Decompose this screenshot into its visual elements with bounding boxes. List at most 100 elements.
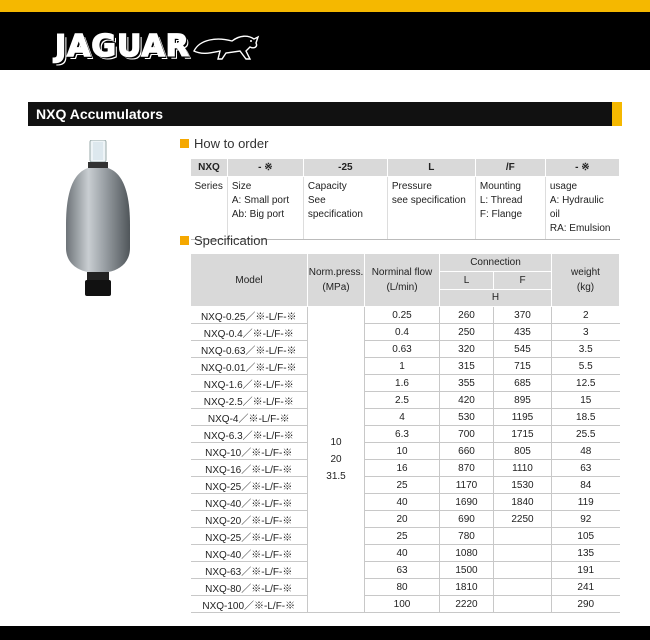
length-L-cell: 260 [439, 306, 494, 324]
page-title-bar: NXQ Accumulators [28, 102, 622, 126]
table-row: NXQ-80／※-L/F-※ 80 1810 241 [190, 578, 620, 596]
model-cell: NXQ-40／※-L/F-※ [190, 493, 308, 511]
table-row: NXQ-1.6／※-L/F-※ 1.6 355 685 12.5 [190, 374, 620, 392]
weight-cell: 12.5 [551, 374, 620, 392]
pressure-value: 31.5 [326, 471, 346, 482]
length-L-cell: 1690 [439, 493, 494, 511]
model-cell: NXQ-16／※-L/F-※ [190, 459, 308, 477]
length-L-cell: 530 [439, 408, 494, 426]
order-detail-row: Series Size A: Small port Ab: Big port Cap… [190, 176, 620, 240]
flow-cell: 1 [364, 357, 440, 375]
how-to-order-heading: How to order [180, 136, 268, 151]
length-F-cell: 545 [493, 340, 552, 358]
model-cell: NXQ-0.4／※-L/F-※ [190, 323, 308, 341]
weight-cell: 92 [551, 510, 620, 528]
brand-logo[interactable]: JAGUAR [54, 26, 262, 66]
length-F-cell: 1110 [493, 459, 552, 477]
length-L-cell: 2220 [439, 595, 494, 613]
flow-cell: 0.4 [364, 323, 440, 341]
length-L-cell: 315 [439, 357, 494, 375]
table-row: NXQ-63／※-L/F-※ 63 1500 191 [190, 561, 620, 579]
order-cell: Series [190, 176, 228, 240]
col-connection-header: Connection [439, 252, 552, 273]
length-F-cell: 1840 [493, 493, 552, 511]
col-L-header: L [439, 271, 494, 290]
model-cell: NXQ-100／※-L/F-※ [190, 595, 308, 613]
flow-cell: 0.25 [364, 306, 440, 324]
flow-cell: 40 [364, 493, 440, 511]
col-flow-header: Norminal flow (L/min) [364, 253, 440, 307]
col-F-header: F [493, 271, 552, 290]
model-cell: NXQ-25／※-L/F-※ [190, 527, 308, 545]
weight-cell: 63 [551, 459, 620, 477]
length-L-cell: 690 [439, 510, 494, 528]
model-cell: NXQ-20／※-L/F-※ [190, 510, 308, 528]
flow-cell: 63 [364, 561, 440, 579]
model-cell: NXQ-4／※-L/F-※ [190, 408, 308, 426]
model-cell: NXQ-25／※-L/F-※ [190, 476, 308, 494]
weight-cell: 191 [551, 561, 620, 579]
model-cell: NXQ-63／※-L/F-※ [190, 561, 308, 579]
page-title: NXQ Accumulators [36, 106, 164, 122]
table-row: NXQ-6.3／※-L/F-※ 6.3 700 1715 25.5 [190, 425, 620, 443]
flow-cell: 25 [364, 527, 440, 545]
length-F-cell [493, 527, 552, 545]
flow-cell: 4 [364, 408, 440, 426]
table-row: NXQ-40／※-L/F-※ 40 1080 135 [190, 544, 620, 562]
order-header: /F [474, 158, 546, 177]
bullet-square-icon [180, 139, 189, 148]
weight-cell: 105 [551, 527, 620, 545]
weight-cell: 5.5 [551, 357, 620, 375]
length-L-cell: 1500 [439, 561, 494, 579]
col-H-header: H [439, 288, 552, 308]
weight-cell: 18.5 [551, 408, 620, 426]
table-row: NXQ-100／※-L/F-※ 100 2220 290 [190, 595, 620, 613]
length-L-cell: 1170 [439, 476, 494, 494]
logo-text: JAGUAR [54, 28, 190, 65]
accumulator-image [66, 140, 130, 296]
order-cell: Size A: Small port Ab: Big port [227, 176, 304, 240]
order-header: L [386, 158, 476, 177]
length-F-cell: 1530 [493, 476, 552, 494]
order-cell: Capacity See specification [303, 176, 388, 240]
length-F-cell [493, 544, 552, 562]
length-F-cell: 685 [493, 374, 552, 392]
length-F-cell: 370 [493, 306, 552, 324]
weight-cell: 241 [551, 578, 620, 596]
pressure-cell: 10 20 31.5 [307, 306, 365, 613]
length-L-cell: 1810 [439, 578, 494, 596]
length-L-cell: 700 [439, 425, 494, 443]
table-row: NXQ-0.25／※-L/F-※ 10 20 31.5 0.25 260 370 2 [190, 306, 620, 613]
length-L-cell: 1080 [439, 544, 494, 562]
length-F-cell [493, 561, 552, 579]
order-header-row: NXQ - ※ -25 L /F - ※ [190, 158, 621, 177]
flow-cell: 6.3 [364, 425, 440, 443]
order-header: -25 [302, 158, 388, 177]
spec-body: NXQ-0.25／※-L/F-※ 10 20 31.5 0.25 260 370 2 NXQ-0… [190, 306, 620, 613]
length-F-cell: 715 [493, 357, 552, 375]
length-F-cell: 805 [493, 442, 552, 460]
flow-cell: 1.6 [364, 374, 440, 392]
order-header: - ※ [226, 158, 304, 177]
order-header: NXQ [190, 158, 228, 177]
length-F-cell: 1195 [493, 408, 552, 426]
weight-cell: 3.5 [551, 340, 620, 358]
specification-heading: Specification [180, 233, 268, 248]
jaguar-icon [192, 35, 259, 60]
flow-cell: 10 [364, 442, 440, 460]
table-row: NXQ-0.01／※-L/F-※ 1 315 715 5.5 [190, 357, 620, 375]
footer-bar [0, 626, 650, 640]
flow-cell: 40 [364, 544, 440, 562]
table-row: NXQ-0.63／※-L/F-※ 0.63 320 545 3.5 [190, 340, 620, 358]
flow-cell: 16 [364, 459, 440, 477]
model-cell: NXQ-10／※-L/F-※ [190, 442, 308, 460]
length-F-cell [493, 595, 552, 613]
col-model-header: Model [190, 253, 308, 307]
title-accent [612, 102, 622, 126]
length-F-cell: 1715 [493, 425, 552, 443]
table-row: NXQ-40／※-L/F-※ 40 1690 1840 119 [190, 493, 620, 511]
flow-cell: 0.63 [364, 340, 440, 358]
flow-cell: 80 [364, 578, 440, 596]
header-bar: JAGUAR [0, 0, 650, 70]
model-cell: NXQ-0.25／※-L/F-※ [190, 306, 308, 324]
